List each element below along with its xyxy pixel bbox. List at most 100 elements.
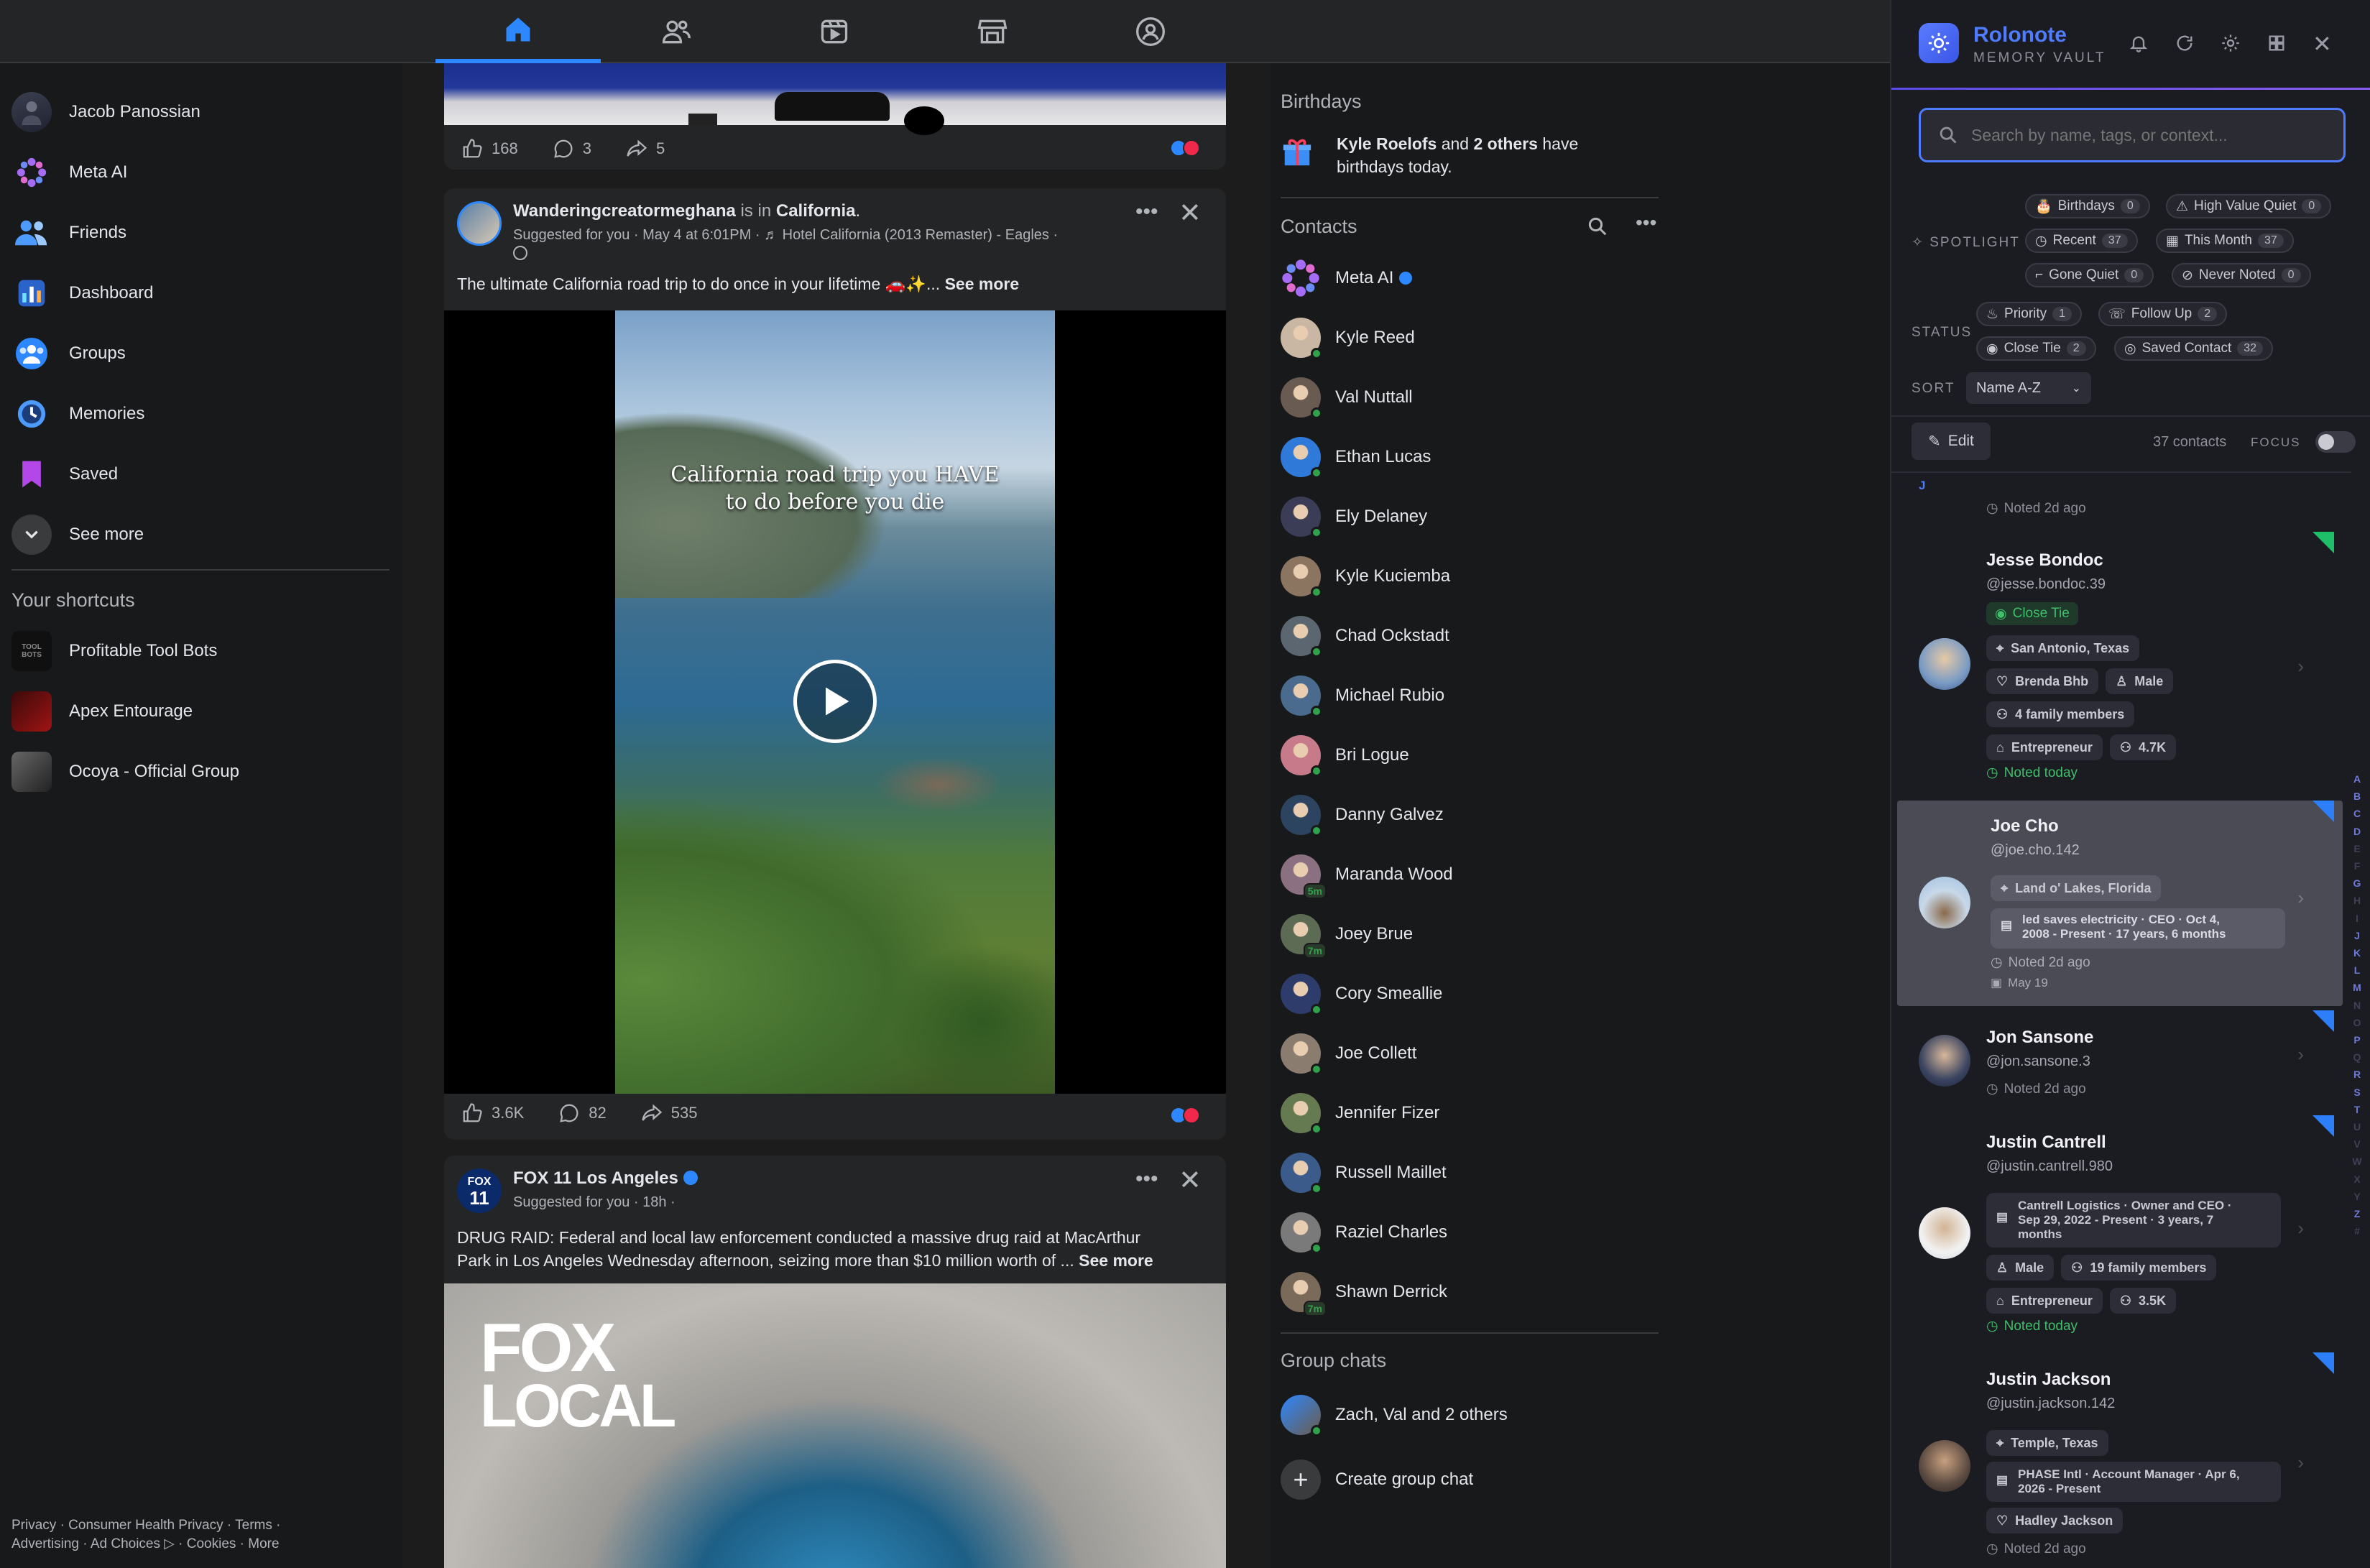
author-name[interactable]: FOX 11 Los Angeles xyxy=(513,1168,698,1189)
shortcut-item[interactable]: TOOL BOTS Profitable Tool Bots xyxy=(11,625,217,677)
alphabet-index-letter[interactable]: Q xyxy=(2350,1051,2364,1063)
comment-button[interactable]: 82 xyxy=(558,1102,607,1124)
home-tab[interactable] xyxy=(435,0,601,63)
alphabet-index-letter[interactable]: Z xyxy=(2350,1208,2364,1219)
status-chip-close-tie[interactable]: ◉ Close Tie 2 xyxy=(1976,336,2096,361)
alphabet-index-letter[interactable]: E xyxy=(2350,843,2364,854)
alphabet-index-letter[interactable]: X xyxy=(2350,1173,2364,1185)
grid-icon[interactable] xyxy=(2267,33,2287,57)
alphabet-index-letter[interactable]: M xyxy=(2350,982,2364,993)
friends-tab[interactable] xyxy=(594,0,759,63)
spotlight-chip-never-noted[interactable]: ⊘ Never Noted 0 xyxy=(2172,263,2311,287)
sidebar-item-memories[interactable]: Memories xyxy=(11,388,144,440)
contact-item[interactable]: Jennifer Fizer xyxy=(1281,1088,1439,1138)
alphabet-index-letter[interactable]: Y xyxy=(2350,1191,2364,1202)
edit-button[interactable]: ✎ Edit xyxy=(1912,423,1991,460)
author-avatar[interactable] xyxy=(457,201,502,246)
birthday-text[interactable]: Kyle Roelofs and 2 others have birthdays… xyxy=(1337,132,1667,178)
spotlight-chip-birthdays[interactable]: 🎂 Birthdays 0 xyxy=(2025,194,2150,218)
contact-card-selected[interactable]: Joe Cho @joe.cho.142 ⌖ Land o' Lakes, Fl… xyxy=(1897,801,2343,1006)
shortcut-item[interactable]: Ocoya - Official Group xyxy=(11,746,239,798)
groups-tab[interactable] xyxy=(1068,0,1233,63)
contact-item[interactable]: Bri Logue xyxy=(1281,730,1409,780)
contact-item[interactable]: Ely Delaney xyxy=(1281,492,1427,542)
sidebar-item-dashboard[interactable]: Dashboard xyxy=(11,267,153,319)
contact-item[interactable]: Joe Collett xyxy=(1281,1028,1416,1079)
alphabet-index-letter[interactable]: K xyxy=(2350,947,2364,959)
alphabet-index-letter[interactable]: C xyxy=(2350,808,2364,819)
marketplace-tab[interactable] xyxy=(910,0,1075,63)
location-link[interactable]: California xyxy=(776,201,856,221)
alphabet-index-letter[interactable]: L xyxy=(2350,964,2364,976)
contact-item[interactable]: Danny Galvez xyxy=(1281,790,1444,840)
sort-select[interactable]: Name A-Z ⌄ xyxy=(1966,372,2091,404)
contact-item[interactable]: Raziel Charles xyxy=(1281,1207,1447,1258)
alphabet-index-letter[interactable]: W xyxy=(2350,1156,2364,1167)
status-chip-priority[interactable]: ♨ Priority 1 xyxy=(1976,302,2083,326)
alphabet-index-letter[interactable]: B xyxy=(2350,790,2364,802)
alphabet-index-letter[interactable]: D xyxy=(2350,826,2364,837)
status-chip-follow-up[interactable]: ☏ Follow Up 2 xyxy=(2098,302,2228,326)
search-input[interactable] xyxy=(1971,125,2330,145)
contact-item[interactable]: Michael Rubio xyxy=(1281,670,1444,721)
author-name[interactable]: Wanderingcreatormeghana xyxy=(513,201,736,221)
contact-item[interactable]: Val Nuttall xyxy=(1281,372,1413,423)
alphabet-index-letter[interactable]: P xyxy=(2350,1034,2364,1046)
see-more-link[interactable]: See more xyxy=(945,275,1020,293)
share-button[interactable]: 535 xyxy=(641,1102,697,1124)
alphabet-index-letter[interactable]: H xyxy=(2350,895,2364,906)
sidebar-item-groups[interactable]: Groups xyxy=(11,328,126,379)
alphabet-index-letter[interactable]: # xyxy=(2350,1225,2364,1237)
close-icon[interactable]: ✕ xyxy=(1179,197,1202,229)
spotlight-chip-gone-quiet[interactable]: ⌐ Gone Quiet 0 xyxy=(2025,263,2154,287)
spotlight-chip-this-month[interactable]: ▦ This Month 37 xyxy=(2156,229,2294,253)
see-more-link[interactable]: See more xyxy=(1079,1251,1153,1270)
close-icon[interactable]: ✕ xyxy=(2313,30,2332,57)
status-chip-saved-contact[interactable]: ◎ Saved Contact 32 xyxy=(2114,336,2274,361)
spotlight-chip-recent[interactable]: ◷ Recent 37 xyxy=(2025,229,2138,253)
sidebar-item-meta-ai[interactable]: Meta AI xyxy=(11,147,127,198)
play-icon[interactable] xyxy=(793,660,877,743)
search-box[interactable] xyxy=(1919,108,2346,162)
profile-link[interactable]: Jacob Panossian xyxy=(11,86,200,138)
video-player[interactable]: California road trip you HAVE to do befo… xyxy=(444,310,1226,1094)
contact-item[interactable]: Chad Ockstadt xyxy=(1281,611,1449,661)
comment-button[interactable]: 3 xyxy=(553,138,591,160)
alphabet-index-letter[interactable]: I xyxy=(2350,913,2364,924)
footer-links[interactable]: Privacy · Consumer Health Privacy · Term… xyxy=(11,1516,280,1554)
more-options-icon[interactable]: ••• xyxy=(1135,200,1158,224)
alphabet-index-letter[interactable]: N xyxy=(2350,1000,2364,1011)
contact-item[interactable]: 7m Joey Brue xyxy=(1281,909,1413,959)
sidebar-item-saved[interactable]: Saved xyxy=(11,448,118,500)
focus-toggle[interactable] xyxy=(2315,431,2356,453)
refresh-icon[interactable] xyxy=(2175,33,2195,57)
author-avatar[interactable]: FOX 11 xyxy=(457,1168,502,1213)
see-more-button[interactable]: See more xyxy=(11,509,144,561)
spotlight-chip-high-value-quiet[interactable]: ⚠ High Value Quiet 0 xyxy=(2166,194,2332,218)
group-chat-item[interactable]: Zach, Val and 2 others xyxy=(1281,1390,1508,1440)
alphabet-index-letter[interactable]: G xyxy=(2350,877,2364,889)
contact-item[interactable]: Ethan Lucas xyxy=(1281,432,1431,482)
alphabet-index-letter[interactable]: J xyxy=(2350,930,2364,941)
alphabet-index-letter[interactable]: F xyxy=(2350,860,2364,872)
close-icon[interactable]: ✕ xyxy=(1179,1164,1202,1196)
sidebar-item-friends[interactable]: Friends xyxy=(11,207,126,259)
alphabet-index-letter[interactable]: O xyxy=(2350,1017,2364,1028)
post-image[interactable]: FOX LOCAL xyxy=(444,1283,1226,1568)
contact-item[interactable]: 7m Shawn Derrick xyxy=(1281,1267,1447,1317)
contact-item[interactable]: Kyle Kuciemba xyxy=(1281,551,1450,601)
contact-item[interactable]: Russell Maillet xyxy=(1281,1148,1447,1198)
like-button[interactable]: 3.6K xyxy=(461,1102,524,1124)
alphabet-index-letter[interactable]: T xyxy=(2350,1104,2364,1115)
alphabet-index-letter[interactable]: A xyxy=(2350,773,2364,785)
contact-item[interactable]: Kyle Reed xyxy=(1281,313,1415,363)
gear-icon[interactable] xyxy=(2221,33,2241,57)
alphabet-index-letter[interactable]: U xyxy=(2350,1121,2364,1133)
contact-item[interactable]: 5m Maranda Wood xyxy=(1281,849,1453,900)
alphabet-index-letter[interactable]: S xyxy=(2350,1087,2364,1098)
contact-item[interactable]: Meta AI xyxy=(1281,253,1413,303)
like-button[interactable]: 168 xyxy=(461,138,518,160)
contact-card[interactable]: Justin Jackson @justin.jackson.142 ⌖ Tem… xyxy=(1897,1351,2343,1568)
contact-card[interactable]: Justin Cantrell @justin.cantrell.980 ▤ Ca… xyxy=(1897,1114,2343,1351)
share-button[interactable]: 5 xyxy=(626,138,665,160)
